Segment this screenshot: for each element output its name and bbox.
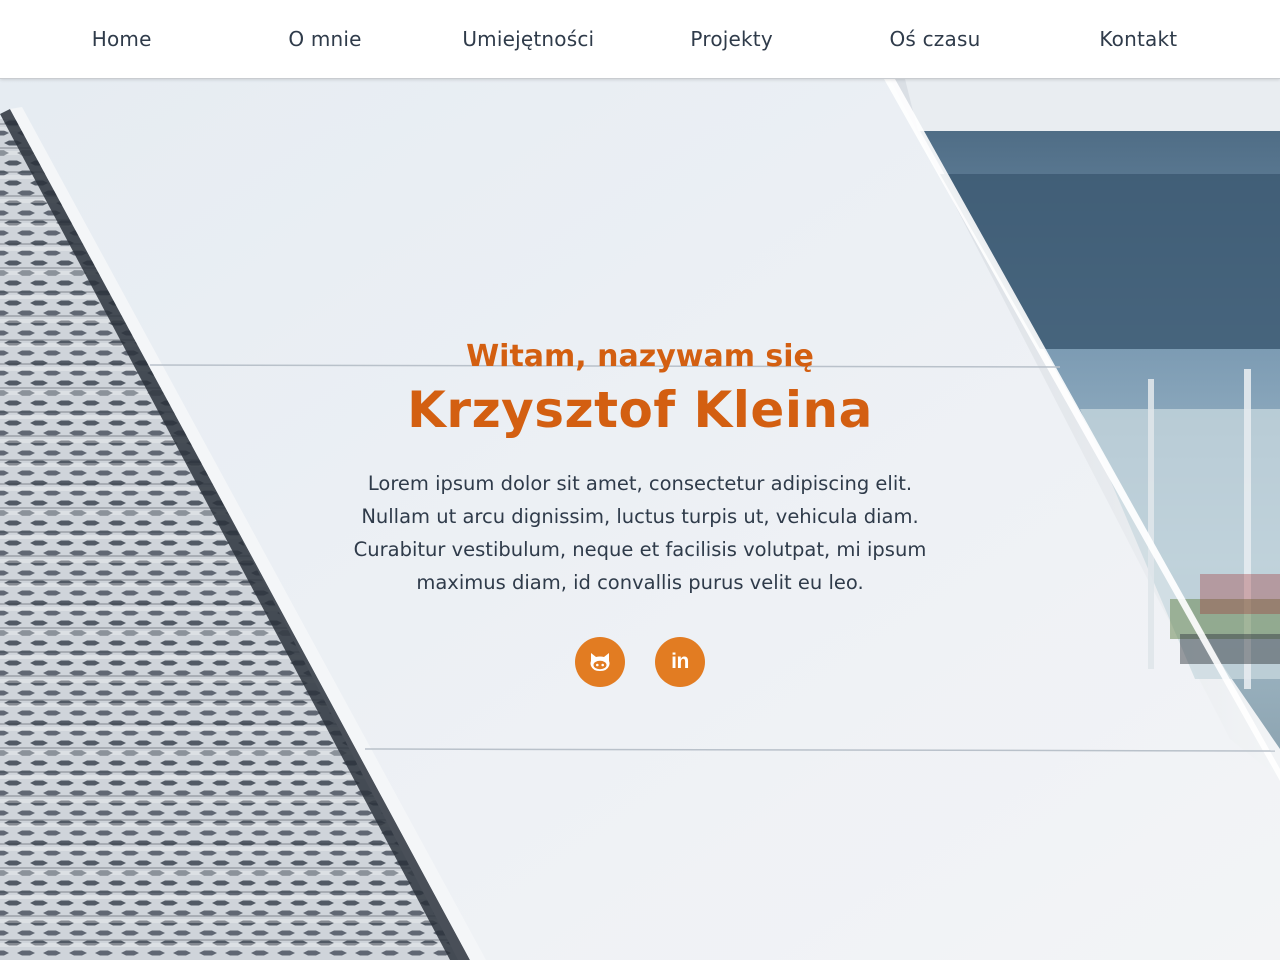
hero-content: Witam, nazywam się Krzysztof Kleina Lore… — [320, 335, 960, 687]
linkedin-icon: in — [671, 650, 689, 673]
nav-item-skills[interactable]: Umiejętności — [427, 27, 630, 51]
hero-description: Lorem ipsum dolor sit amet, consectetur … — [353, 472, 927, 594]
hero-section: Witam, nazywam się Krzysztof Kleina Lore… — [0, 79, 1280, 960]
github-icon — [590, 653, 610, 671]
linkedin-button[interactable]: in — [655, 637, 705, 687]
nav-item-about[interactable]: O mnie — [223, 27, 426, 51]
hero-name: Krzysztof Kleina — [407, 381, 873, 439]
nav-list: Home O mnie Umiejętności Projekty Oś cza… — [0, 0, 1280, 78]
hero-greeting: Witam, nazywam się — [466, 339, 814, 374]
github-button[interactable] — [575, 637, 625, 687]
nav-item-contact[interactable]: Kontakt — [1037, 27, 1240, 51]
nav-item-projects[interactable]: Projekty — [630, 27, 833, 51]
social-links: in — [320, 637, 960, 687]
nav-item-timeline[interactable]: Oś czasu — [833, 27, 1036, 51]
navbar: Home O mnie Umiejętności Projekty Oś cza… — [0, 0, 1280, 79]
nav-item-home[interactable]: Home — [20, 27, 223, 51]
